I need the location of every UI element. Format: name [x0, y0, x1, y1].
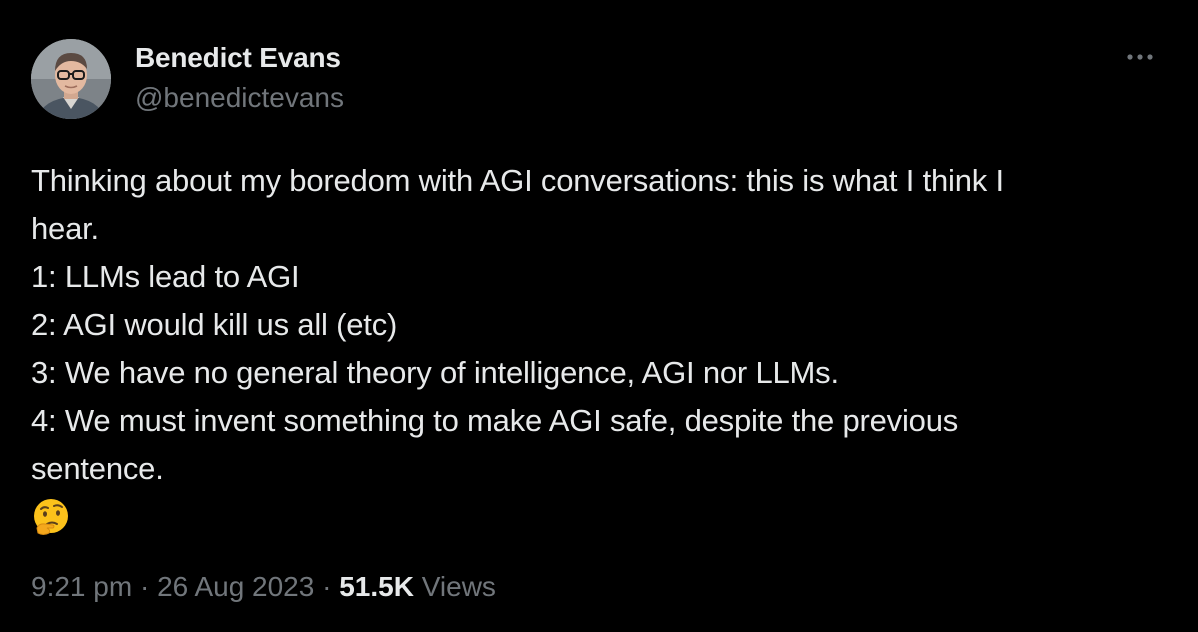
tweet-body: Thinking about my boredom with AGI conve…	[31, 157, 1166, 541]
tweet-text-line: 1: LLMs lead to AGI	[31, 259, 300, 294]
tweet-card: Benedict Evans @benedictevans Thinking a…	[0, 0, 1198, 632]
tweet-text-line: Thinking about my boredom with AGI conve…	[31, 163, 1004, 198]
tweet-text-line: sentence.	[31, 451, 164, 486]
tweet-text-line: hear.	[31, 211, 99, 246]
tweet-date[interactable]: 26 Aug 2023	[157, 571, 314, 602]
author-name[interactable]: Benedict Evans	[135, 42, 341, 74]
avatar-photo-icon	[31, 39, 111, 119]
ellipsis-icon	[1127, 54, 1153, 60]
author-handle[interactable]: @benedictevans	[135, 82, 344, 114]
tweet-text-line: 2: AGI would kill us all (etc)	[31, 307, 398, 342]
views-count[interactable]: 51.5K	[339, 571, 414, 602]
tweet-text-line: 3: We have no general theory of intellig…	[31, 355, 839, 390]
views-label: Views	[421, 571, 496, 602]
meta-separator: ·	[132, 571, 158, 602]
meta-separator: ·	[314, 571, 340, 602]
author-avatar[interactable]	[31, 39, 111, 119]
tweet-time[interactable]: 9:21 pm	[31, 571, 132, 602]
tweet-metadata: 9:21 pm · 26 Aug 2023 · 51.5K Views	[31, 571, 496, 603]
tweet-text-line: 4: We must invent something to make AGI …	[31, 403, 959, 438]
more-options-button[interactable]	[1122, 42, 1162, 72]
thinking-face-icon	[31, 493, 75, 541]
